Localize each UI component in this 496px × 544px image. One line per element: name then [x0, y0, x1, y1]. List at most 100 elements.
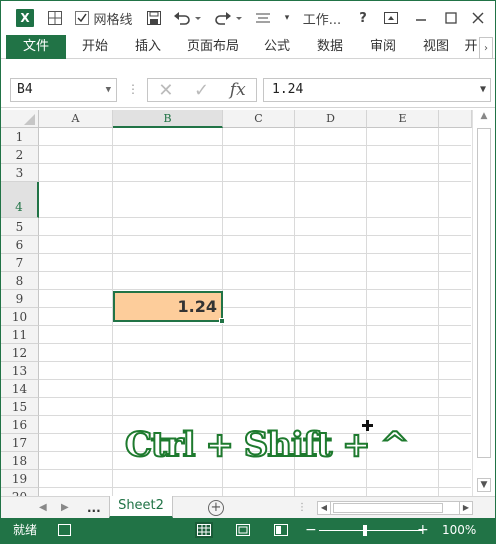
undo-icon[interactable]: [172, 1, 202, 35]
formula-buttons: ✕ ✓ fx: [147, 78, 257, 102]
macro-record-icon[interactable]: [58, 524, 71, 536]
row-header-14[interactable]: 14: [1, 380, 39, 398]
tab-sheet2[interactable]: Sheet2: [109, 496, 173, 518]
excel-logo-icon: X: [13, 1, 37, 35]
row-header-4[interactable]: 4: [1, 182, 39, 218]
row-header-1[interactable]: 1: [1, 128, 39, 146]
row-header-11[interactable]: 11: [1, 326, 39, 344]
row-header-15[interactable]: 15: [1, 398, 39, 416]
customize-menu-icon[interactable]: [253, 1, 273, 35]
row-header-5[interactable]: 5: [1, 218, 39, 236]
zoom-level[interactable]: 100%: [442, 518, 476, 543]
sheet-splitter-icon[interactable]: ⋮: [297, 497, 307, 519]
vertical-scroll-thumb[interactable]: [477, 128, 491, 458]
close-icon[interactable]: [469, 1, 487, 35]
page-layout-view-icon[interactable]: [234, 522, 252, 538]
sheet-tabs-bar: ◀ ▶ ... Sheet2 + ⋮ ◀ ▶: [1, 496, 495, 518]
row-header-13[interactable]: 13: [1, 362, 39, 380]
tab-page-layout[interactable]: 页面布局: [183, 35, 243, 59]
row-header-17[interactable]: 17: [1, 434, 39, 452]
horizontal-scroll-thumb[interactable]: [333, 503, 443, 513]
zoom-out-button[interactable]: −: [305, 518, 317, 543]
row-header-2[interactable]: 2: [1, 146, 39, 164]
save-icon[interactable]: [144, 1, 164, 35]
column-header-b[interactable]: B: [113, 110, 223, 128]
cancel-icon[interactable]: ✕: [158, 80, 173, 101]
row-header-12[interactable]: 12: [1, 344, 39, 362]
tab-data[interactable]: 数据: [309, 35, 351, 59]
row-header-20[interactable]: 20: [1, 488, 39, 496]
page-break-view-icon[interactable]: [272, 522, 290, 538]
help-button[interactable]: ?: [355, 1, 371, 35]
formula-value: 1.24: [272, 82, 304, 97]
active-cell-b4[interactable]: 1.24: [113, 291, 225, 324]
table-grid-icon[interactable]: [45, 1, 65, 35]
scroll-up-icon[interactable]: ▲: [477, 111, 491, 125]
zoom-in-button[interactable]: +: [417, 518, 429, 543]
name-box-value: B4: [17, 82, 33, 97]
row-gridline: [39, 379, 471, 380]
tab-insert[interactable]: 插入: [127, 35, 169, 59]
zoom-slider-thumb[interactable]: [363, 525, 367, 536]
row-gridline: [39, 415, 471, 416]
tab-developer[interactable]: 开: [463, 35, 479, 59]
insert-function-icon[interactable]: fx: [230, 80, 246, 100]
select-all-corner[interactable]: [1, 110, 39, 128]
row-header-9[interactable]: 9: [1, 290, 39, 308]
row-header-16[interactable]: 16: [1, 416, 39, 434]
scroll-left-icon[interactable]: ◀: [318, 502, 331, 514]
expand-formula-icon[interactable]: ▼: [480, 79, 486, 101]
add-sheet-button[interactable]: +: [208, 500, 224, 516]
row-gridline: [39, 397, 471, 398]
shortcut-overlay: Ctrl + Shift + ^: [124, 424, 410, 466]
row-header-18[interactable]: 18: [1, 452, 39, 470]
gridlines-checkbox[interactable]: [73, 1, 91, 35]
vertical-scrollbar[interactable]: ▲ ▼: [472, 110, 495, 496]
tab-view[interactable]: 视图: [415, 35, 457, 59]
row-header-8[interactable]: 8: [1, 272, 39, 290]
row-gridline: [39, 289, 471, 290]
ribbon-scroll-right-icon[interactable]: ›: [479, 37, 493, 59]
maximize-icon[interactable]: [442, 1, 460, 35]
redo-icon[interactable]: [213, 1, 243, 35]
ribbon-display-icon[interactable]: [382, 1, 400, 35]
normal-view-icon[interactable]: [195, 522, 213, 538]
title-bar: X 网格线 ▾ 工作... ?: [1, 1, 495, 35]
more-sheets-button[interactable]: ...: [87, 497, 101, 519]
column-header-c[interactable]: C: [223, 110, 295, 128]
formula-bar-grip-icon[interactable]: ⋮: [127, 78, 139, 102]
row-header-3[interactable]: 3: [1, 164, 39, 182]
enter-icon[interactable]: ✓: [194, 80, 209, 101]
dropdown-icon[interactable]: ▾: [281, 1, 293, 35]
sheet-next-icon[interactable]: ▶: [61, 497, 69, 519]
row-header-19[interactable]: 19: [1, 470, 39, 488]
sheet-prev-icon[interactable]: ◀: [39, 497, 47, 519]
row-header-10[interactable]: 10: [1, 308, 39, 326]
scroll-right-icon[interactable]: ▶: [459, 502, 472, 514]
tab-home[interactable]: 开始: [74, 35, 116, 59]
column-header-e[interactable]: E: [367, 110, 439, 128]
name-box[interactable]: B4 ▼: [10, 78, 117, 102]
tab-file[interactable]: 文件: [6, 35, 66, 59]
cell-b4-value: 1.24: [177, 297, 217, 316]
column-header-a[interactable]: A: [39, 110, 113, 128]
formula-input[interactable]: 1.24 ▼: [263, 78, 491, 102]
fill-handle[interactable]: [219, 318, 225, 324]
row-gridline: [39, 163, 471, 164]
zoom-slider[interactable]: [319, 530, 423, 531]
row-gridline: [39, 469, 471, 470]
row-gridline: [39, 325, 471, 326]
horizontal-scrollbar[interactable]: ◀ ▶: [317, 501, 473, 515]
column-header-d[interactable]: D: [295, 110, 367, 128]
scroll-down-icon[interactable]: ▼: [477, 478, 491, 492]
row-gridline: [39, 253, 471, 254]
name-box-dropdown-icon[interactable]: ▼: [106, 79, 111, 101]
minimize-icon[interactable]: [412, 1, 430, 35]
row-gridline: [39, 181, 471, 182]
row-header-6[interactable]: 6: [1, 236, 39, 254]
tab-formulas[interactable]: 公式: [256, 35, 298, 59]
row-header-7[interactable]: 7: [1, 254, 39, 272]
tab-review[interactable]: 审阅: [362, 35, 404, 59]
cursor-cross-icon: [362, 420, 373, 431]
column-header-f[interactable]: [439, 110, 472, 128]
